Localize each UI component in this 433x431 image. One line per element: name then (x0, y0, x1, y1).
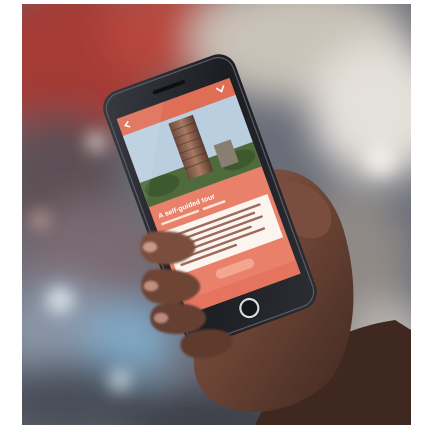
photo-scene: A self-guided tour (0, 0, 433, 431)
